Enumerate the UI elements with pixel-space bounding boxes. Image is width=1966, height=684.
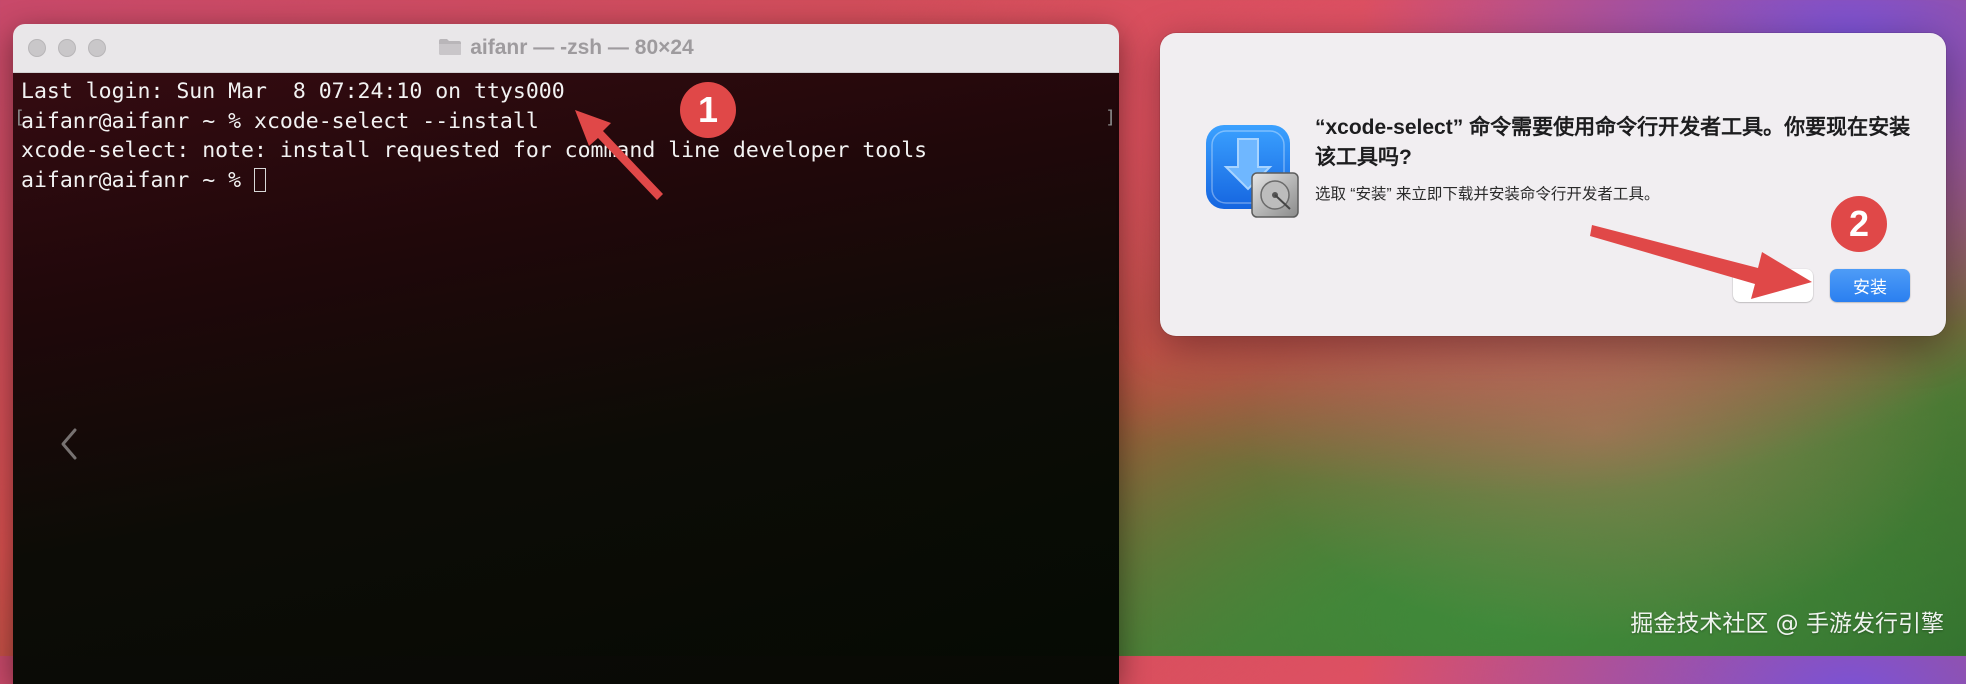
install-button[interactable]: 安装 [1830,269,1910,302]
mark-bracket-right: ] [1105,107,1116,128]
terminal-line-note: xcode-select: note: install requested fo… [21,138,928,163]
terminal-title: aifanr — -zsh — 80×24 [13,36,1119,60]
terminal-line-login: Last login: Sun Mar 8 07:24:10 on ttys00… [21,79,565,104]
terminal-line-prompt[interactable]: aifanr@aifanr ~ % [21,166,1111,196]
cancel-button[interactable] [1733,269,1813,302]
terminal-line-command: aifanr@aifanr ~ % xcode-select --install [21,108,539,134]
mark-bracket-left: [ [14,107,25,128]
terminal-titlebar[interactable]: aifanr — -zsh — 80×24 [13,24,1119,73]
terminal-cursor [254,167,266,192]
annotation-badge-1: 1 [680,82,736,138]
terminal-title-text: aifanr — -zsh — 80×24 [470,36,694,59]
dialog-title: “xcode-select” 命令需要使用命令行开发者工具。你要现在安装该工具吗… [1315,116,1911,169]
dialog-info-text: 选取 “安装” 来立即下载并安装命令行开发者工具。 [1315,186,1660,203]
terminal-window[interactable]: aifanr — -zsh — 80×24 Last login: Sun Ma… [13,24,1119,684]
install-tools-dialog[interactable]: “xcode-select” 命令需要使用命令行开发者工具。你要现在安装该工具吗… [1160,33,1946,336]
annotation-badge-2: 2 [1831,196,1887,252]
terminal-prompt: aifanr@aifanr ~ % [21,167,254,193]
xcode-installer-icon [1206,125,1299,218]
terminal-output[interactable]: Last login: Sun Mar 8 07:24:10 on ttys00… [13,73,1119,684]
watermark: 掘金技术社区 @ 手游发行引擎 [1630,611,1944,637]
folder-icon [439,39,462,55]
chevron-left-icon[interactable] [55,424,85,464]
